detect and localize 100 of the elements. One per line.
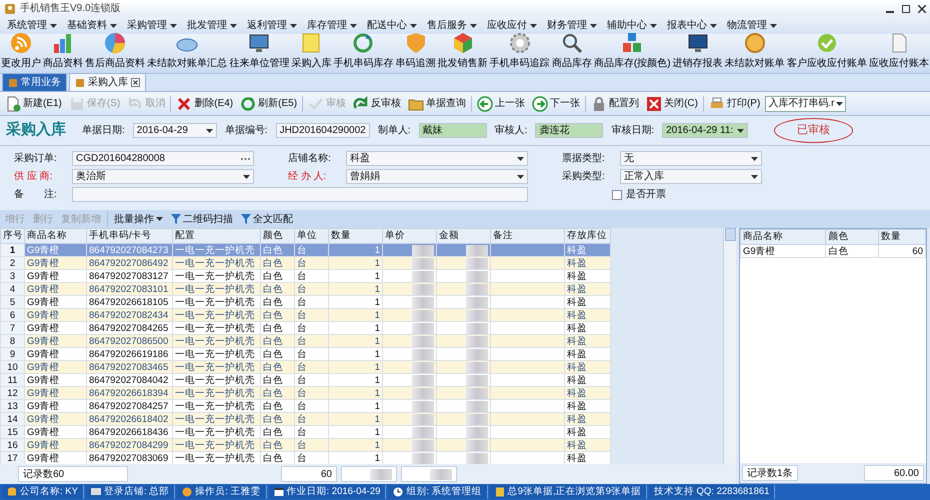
toolbar-button[interactable]: 关闭(C) xyxy=(644,94,700,112)
table-row[interactable]: 13 G9青橙 864792027084257 一电一充一护机壳 白色 台 1 科盈 xyxy=(0,400,610,413)
launcher-button[interactable]: 手机串码追踪 xyxy=(490,32,550,71)
table-row[interactable]: 5 G9青橙 864792026618105 一电一充一护机壳 白色 台 1 科盈 xyxy=(0,296,610,309)
column-header[interactable]: 存放库位 xyxy=(564,228,610,244)
table-row[interactable]: 4 G9青橙 864792027083101 一电一充一护机壳 白色 台 1 科盈 xyxy=(0,282,610,296)
menu-item[interactable]: 返利管理 xyxy=(242,18,302,33)
redacted-value xyxy=(466,284,488,295)
table-row[interactable]: 11 G9青橙 864792027084042 一电一充一护机壳 白色 台 1 科盈 xyxy=(0,374,610,387)
blocks-icon xyxy=(621,32,644,54)
menu-item[interactable]: 配送中心 xyxy=(362,18,422,33)
scroll-up-button[interactable] xyxy=(724,228,736,241)
table-row[interactable]: 15 G9青橙 864792026618436 一电一充一护机壳 白色 台 1 科盈 xyxy=(0,426,610,439)
table-cell: 一电一充一护机壳 xyxy=(172,412,260,426)
table-row[interactable]: 10 G9青橙 864792027083465 一电一充一护机壳 白色 台 1 科盈 xyxy=(0,360,610,374)
menu-item[interactable]: 库存管理 xyxy=(302,18,362,33)
grid-toolbar-button[interactable]: 全文匹配 xyxy=(239,210,295,228)
column-header[interactable]: 备注 xyxy=(490,228,564,244)
menu-item[interactable]: 报表中心 xyxy=(662,18,722,33)
menu-item[interactable]: 售后服务 xyxy=(422,18,482,33)
menu-item[interactable]: 采购管理 xyxy=(122,18,182,33)
column-header[interactable]: 单位 xyxy=(294,228,328,244)
menu-item[interactable]: 批发管理 xyxy=(182,18,242,33)
launcher-button[interactable]: 客户应收应付账单 xyxy=(786,32,867,71)
column-header[interactable]: 手机串码/卡号 xyxy=(86,228,172,244)
table-row[interactable]: 2 G9青橙 864792027086492 一电一充一护机壳 白色 台 1 科盈 xyxy=(0,256,610,270)
table-cell: 白色 xyxy=(260,270,294,283)
table-row[interactable]: 9 G9青橙 864792026619186 一电一充一护机壳 白色 台 1 科盈 xyxy=(0,348,610,361)
checkbox[interactable] xyxy=(612,190,622,200)
toolbar-button[interactable]: 反审核 xyxy=(351,94,404,112)
input-field[interactable]: JHD201604290002 xyxy=(276,123,370,138)
table-cell: 1 xyxy=(328,308,382,322)
column-header[interactable]: 数量 xyxy=(878,230,926,245)
input-field[interactable]: 正常入库 xyxy=(620,169,762,184)
column-header[interactable]: 单价 xyxy=(382,228,436,244)
tab[interactable]: 常用业务 xyxy=(2,73,67,91)
launcher-button[interactable]: 更改用户 xyxy=(1,32,41,71)
close-tab-button[interactable] xyxy=(131,78,140,87)
launcher-button[interactable]: 未结款对账单汇总 xyxy=(147,32,228,71)
input-field[interactable]: 2016-04-29 xyxy=(132,123,217,138)
caret-icon xyxy=(737,128,744,132)
column-header[interactable]: 序号 xyxy=(0,228,24,244)
template-select[interactable]: 入库不打串码.r xyxy=(765,96,846,112)
menu-item[interactable]: 系统管理 xyxy=(2,18,62,33)
table-cell: 科盈 xyxy=(564,256,610,270)
input-field[interactable]: 无 xyxy=(620,151,762,166)
table-row[interactable]: 8 G9青橙 864792027086500 一电一充一护机壳 白色 台 1 科盈 xyxy=(0,334,610,348)
launcher-button[interactable]: 应收应付账本 xyxy=(868,32,929,71)
toolbar-button[interactable]: 删除(E4) xyxy=(174,94,236,112)
column-header[interactable]: 商品名称 xyxy=(24,228,86,244)
menu-item[interactable]: 基础资料 xyxy=(62,18,122,33)
launcher-button[interactable]: 批发销售新 xyxy=(438,32,488,71)
toolbar-button[interactable]: 刷新(E5) xyxy=(238,94,300,112)
toolbar-button[interactable]: 下一张 xyxy=(530,94,582,112)
menu-item[interactable]: 应收应付 xyxy=(482,18,542,33)
column-header[interactable]: 颜色 xyxy=(260,228,294,244)
input-field[interactable]: 科盈 xyxy=(346,151,528,166)
column-header[interactable]: 配置 xyxy=(172,228,260,244)
input-field[interactable]: 戴妹 xyxy=(418,123,487,138)
launcher-button[interactable]: 进销存报表 xyxy=(672,32,723,71)
table-row[interactable]: 12 G9青橙 864792026618394 一电一充一护机壳 白色 台 1 科盈 xyxy=(0,386,610,400)
menu-item[interactable]: 辅助中心 xyxy=(602,18,662,33)
column-header[interactable]: 金额 xyxy=(436,228,490,244)
toolbar-button[interactable]: 新建(E1) xyxy=(3,94,64,112)
grid-toolbar-button[interactable]: 二维码扫描 xyxy=(169,210,235,228)
column-header[interactable]: 颜色 xyxy=(826,230,879,245)
toolbar-button[interactable]: 上一张 xyxy=(475,94,528,112)
input-field[interactable]: 龚连花 xyxy=(535,123,604,138)
redacted-value xyxy=(466,258,488,269)
input-field[interactable]: 2016-04-29 11: xyxy=(662,123,748,138)
input-field[interactable]: 奥治斯 xyxy=(72,169,254,184)
input-field[interactable]: CGD201604280008 xyxy=(72,151,254,166)
table-row[interactable]: 1 G9青橙 864792027084273 一电一充一护机壳 白色 台 1 科盈 xyxy=(0,244,610,257)
toolbar-button[interactable]: 打印(P) xyxy=(706,94,762,112)
launcher-button[interactable]: 往来单位管理 xyxy=(229,32,290,71)
table-row[interactable]: 3 G9青橙 864792027083127 一电一充一护机壳 白色 台 1 科盈 xyxy=(0,270,610,283)
menu-item[interactable]: 财务管理 xyxy=(542,18,602,33)
table-row[interactable]: 16 G9青橙 864792027084299 一电一充一护机壳 白色 台 1 科盈 xyxy=(0,438,610,452)
launcher-button[interactable]: 采购入库 xyxy=(291,32,332,71)
launcher-button[interactable]: 售后商品资料 xyxy=(85,32,146,71)
launcher-button[interactable]: 商品资料 xyxy=(43,32,84,71)
launcher-button[interactable]: 商品库存 xyxy=(552,32,592,71)
launcher-button[interactable]: 手机串码库存 xyxy=(333,32,394,71)
tab[interactable]: 采购入库 xyxy=(69,73,146,91)
table-row[interactable]: 14 G9青橙 864792026618402 一电一充一护机壳 白色 台 1 科盈 xyxy=(0,412,610,426)
input-field[interactable] xyxy=(72,187,528,202)
input-field[interactable]: 曾娟娟 xyxy=(346,169,528,184)
launcher-button[interactable]: 商品库存(按颜色) xyxy=(594,32,671,71)
launcher-button[interactable]: 串码追溯 xyxy=(396,32,436,71)
field-label: 审核人: xyxy=(494,124,528,138)
toolbar-button[interactable]: 配置列 xyxy=(589,94,642,112)
table-row[interactable]: 7 G9青橙 864792027084265 一电一充一护机壳 白色 台 1 科盈 xyxy=(0,322,610,335)
table-cell: 1 xyxy=(328,374,382,387)
menu-item[interactable]: 物流管理 xyxy=(722,18,782,33)
toolbar-button[interactable]: 单据查询 xyxy=(406,94,468,112)
launcher-button[interactable]: 未结款对账单 xyxy=(724,32,785,71)
column-header[interactable]: 商品名称 xyxy=(740,230,826,245)
column-header[interactable]: 数量 xyxy=(328,228,382,244)
table-row[interactable]: 6 G9青橙 864792027082434 一电一充一护机壳 白色 台 1 科盈 xyxy=(0,308,610,322)
grid-toolbar-button[interactable]: 批量操作 xyxy=(112,210,165,228)
